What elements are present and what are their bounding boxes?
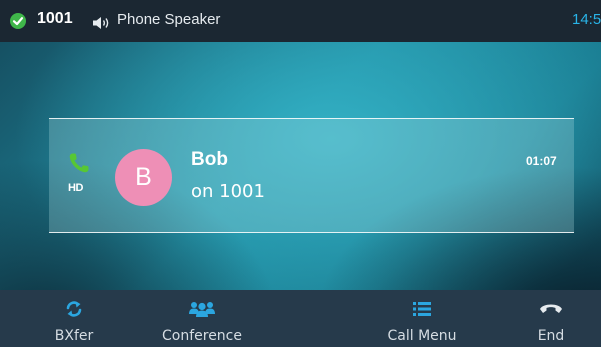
end-call-icon	[538, 300, 564, 320]
call-menu-softkey[interactable]: Call Menu	[368, 290, 476, 347]
bxfer-softkey[interactable]: BXfer	[34, 290, 114, 347]
conference-icon	[187, 300, 217, 322]
softkey-bar: BXfer Conference Call Menu End	[0, 290, 601, 347]
phone-handset-icon	[68, 152, 90, 178]
menu-icon	[412, 300, 432, 322]
conference-softkey[interactable]: Conference	[146, 290, 258, 347]
phone-screen: 1001 Phone Speaker 14:5 HD B Bob on 1001…	[0, 0, 601, 347]
softkey-label: BXfer	[54, 328, 94, 344]
active-call-card[interactable]: HD B Bob on 1001 01:07	[49, 118, 574, 233]
caller-name: Bob	[191, 149, 228, 170]
speaker-icon	[92, 15, 112, 34]
caller-avatar: B	[115, 149, 172, 206]
status-bar: 1001 Phone Speaker 14:5	[0, 0, 601, 42]
softkey-label: Call Menu	[387, 328, 457, 344]
call-duration: 01:07	[526, 154, 557, 168]
softkey-label: Conference	[161, 328, 242, 344]
account-extension: 1001	[37, 10, 73, 27]
hd-audio-icon: HD	[68, 182, 83, 194]
softkey-label: End	[537, 328, 565, 344]
clock: 14:5	[572, 11, 601, 28]
end-call-softkey[interactable]: End	[520, 290, 582, 347]
audio-mode-label: Phone Speaker	[117, 11, 221, 28]
caller-line: on 1001	[191, 181, 265, 202]
registered-check-icon	[10, 13, 26, 29]
transfer-icon	[64, 300, 84, 322]
